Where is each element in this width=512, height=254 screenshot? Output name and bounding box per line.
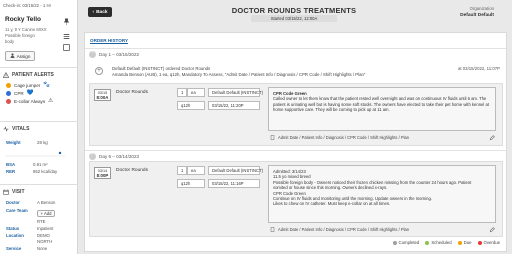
ordered-by-field: Default Default (INSTINCT) — [208, 88, 263, 97]
document-icon — [270, 135, 275, 140]
patient-alerts-header: PATIENT ALERTS — [2, 71, 54, 78]
note-sections[interactable]: Admit Date / Patient Info / Diagnosis / … — [278, 135, 409, 140]
assign-label: Assign — [16, 53, 31, 59]
alert-item: Cage jumper 🐾 — [6, 82, 51, 88]
qty-field: 1 — [177, 88, 187, 97]
visit-header: VISIT — [3, 189, 25, 195]
organization-value[interactable]: Default Default — [460, 13, 494, 18]
assign-button[interactable]: Assign — [5, 51, 35, 61]
divider — [85, 150, 506, 151]
edit-icon[interactable] — [489, 135, 495, 141]
weight-label: Weight — [6, 140, 21, 145]
visit-label: Location — [6, 233, 24, 238]
frequency-field: q12h — [177, 179, 205, 188]
patient-name[interactable]: Rocky Tello — [5, 16, 41, 23]
visit-value: Inpatient — [37, 226, 54, 231]
alert-dot — [6, 83, 11, 88]
order-notes: Admitted: 3/14/23 11.5 yo mixed breed Po… — [268, 165, 496, 223]
patient-meta-line: Possible foreign — [5, 33, 35, 38]
day-header[interactable]: ⌃ Day 1 – 03/15/2022 — [89, 51, 139, 58]
divider — [85, 48, 506, 49]
edit-icon[interactable] — [489, 227, 495, 233]
app-root: Check-in: 03/15/22 - 1 Hr Rocky Tello 11… — [0, 0, 512, 254]
user-icon — [10, 53, 15, 59]
back-button[interactable]: ‹ Back — [88, 7, 112, 17]
alert-dot — [6, 99, 11, 104]
calendar-icon — [3, 189, 9, 195]
visit-value: A Benson — [37, 200, 56, 205]
order-notes: CPR Code Green Called owner to let them … — [268, 87, 496, 131]
timestamp-field: 03/15/22, 11:20P — [208, 101, 260, 110]
visit-label: Status — [6, 226, 20, 231]
checkin-text: Check-in: 03/15/22 - 1 Hr — [3, 3, 52, 8]
frequency-field: q12h — [177, 101, 205, 110]
visit-value: None — [37, 246, 48, 251]
legend-item: Overdue — [477, 240, 500, 245]
menu-icon[interactable] — [63, 33, 70, 40]
patient-meta-line: body — [5, 39, 15, 44]
patient-meta-line: 11 y, 9 Y Canine MIXX — [5, 27, 47, 32]
paw-icon: 🐾 — [43, 82, 51, 88]
timestamp-field: 03/15/22, 11:16P — [208, 179, 260, 188]
chevron-left-icon: ‹ — [92, 9, 95, 15]
add-care-team-button[interactable]: + Add — [37, 210, 55, 217]
chevron-up-icon: ⌃ — [89, 51, 96, 58]
patient-sidebar: Check-in: 03/15/22 - 1 Hr Rocky Tello 11… — [0, 0, 78, 254]
weight-value: 28 kg — [37, 140, 48, 145]
bsa-value: 0.91 m² — [33, 162, 48, 167]
page-header: ‹ Back DOCTOR ROUNDS TREATMENTS Started … — [84, 2, 510, 23]
weight-sparkline — [5, 151, 65, 157]
qty-field: 1 — [177, 166, 187, 175]
visit-label: Doctor — [6, 200, 20, 205]
visit-value: DEMO — [37, 233, 50, 238]
document-icon — [270, 227, 275, 232]
divider — [0, 67, 78, 68]
order-card: 03/14 8:00P Doctor Rounds 1 ea Default D… — [89, 161, 503, 237]
visit-label: Service — [6, 246, 22, 251]
order-name: Doctor Rounds — [116, 90, 148, 95]
organization-label: Organization — [469, 6, 494, 11]
visit-value: RTE — [37, 219, 46, 224]
heart-icon: 💙 — [26, 90, 34, 96]
alert-item: CPR 💙 — [6, 90, 34, 96]
pin-icon[interactable] — [63, 18, 70, 25]
warning-icon: ⚠ — [48, 98, 54, 104]
heart-rate-icon — [3, 126, 9, 132]
warning-icon — [2, 71, 10, 78]
note-sections[interactable]: Admit Date / Patient Info / Diagnosis / … — [278, 227, 409, 232]
default-order-detail: Amanda Benson (AUB), 1 ea, q12h, Mandato… — [112, 72, 366, 77]
default-order-text: Default Default (INSTINCT) ordered Docto… — [112, 66, 211, 71]
order-name: Doctor Rounds — [116, 168, 148, 173]
vitals-header: VITALS — [3, 126, 29, 132]
legend-item: Scheduled — [425, 240, 452, 245]
legend-item: Completed — [392, 240, 419, 245]
ordered-by-field: Default Default (INSTINCT) — [208, 166, 263, 175]
order-datetime: 03/14 8:00P — [94, 167, 111, 180]
chevron-up-icon: ⌃ — [89, 153, 96, 160]
order-history-title[interactable]: ORDER HISTORY — [90, 38, 128, 43]
expand-icon[interactable]: + — [95, 67, 103, 75]
order-card: 03/15 8:00A Doctor Rounds 1 ea Default D… — [89, 83, 503, 146]
order-history-panel: ORDER HISTORY ⌃ Day 1 – 03/15/2022 + Def… — [84, 32, 507, 252]
rer-value: 852 kcal/day — [33, 169, 58, 174]
photo-icon[interactable] — [63, 44, 70, 51]
unit-field: ea — [187, 166, 205, 175]
unit-field: ea — [187, 88, 205, 97]
started-badge: Started 03/15/22, 12:00A — [251, 15, 337, 22]
alert-item: E-collar Always ⚠ — [6, 98, 54, 104]
visit-value: NORTH — [37, 239, 53, 244]
divider — [0, 184, 78, 185]
rer-label: RER — [6, 169, 16, 174]
default-order-date: at 03/15/2022, 11:07P — [458, 66, 500, 71]
bsa-label: BSA — [6, 162, 16, 167]
visit-label: Care Team — [6, 208, 28, 213]
order-datetime: 03/15 8:00A — [94, 89, 111, 102]
legend-item: Due — [457, 240, 472, 245]
day-header[interactable]: ⌃ Day 6 – 03/14/2023 — [89, 153, 139, 160]
alert-dot — [6, 91, 11, 96]
page-title: DOCTOR ROUNDS TREATMENTS — [231, 6, 357, 15]
status-legend: Completed Scheduled Due Overdue — [392, 240, 500, 245]
divider — [0, 121, 78, 122]
